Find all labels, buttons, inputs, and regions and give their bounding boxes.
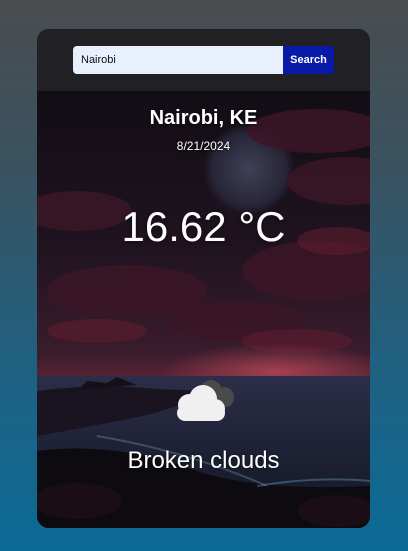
weather-card: Search (37, 29, 370, 528)
search-button[interactable]: Search (283, 46, 334, 74)
search-input[interactable] (73, 46, 283, 74)
weather-description: Broken clouds (127, 447, 280, 474)
date-label: 8/21/2024 (176, 139, 231, 153)
weather-content: Nairobi, KE 8/21/2024 16.62 °C Broken cl… (37, 91, 370, 528)
temperature-value: 16.62 °C (121, 203, 286, 250)
search-bar: Search (37, 29, 370, 91)
broken-clouds-icon (167, 375, 239, 425)
location-title: Nairobi, KE (149, 107, 258, 129)
